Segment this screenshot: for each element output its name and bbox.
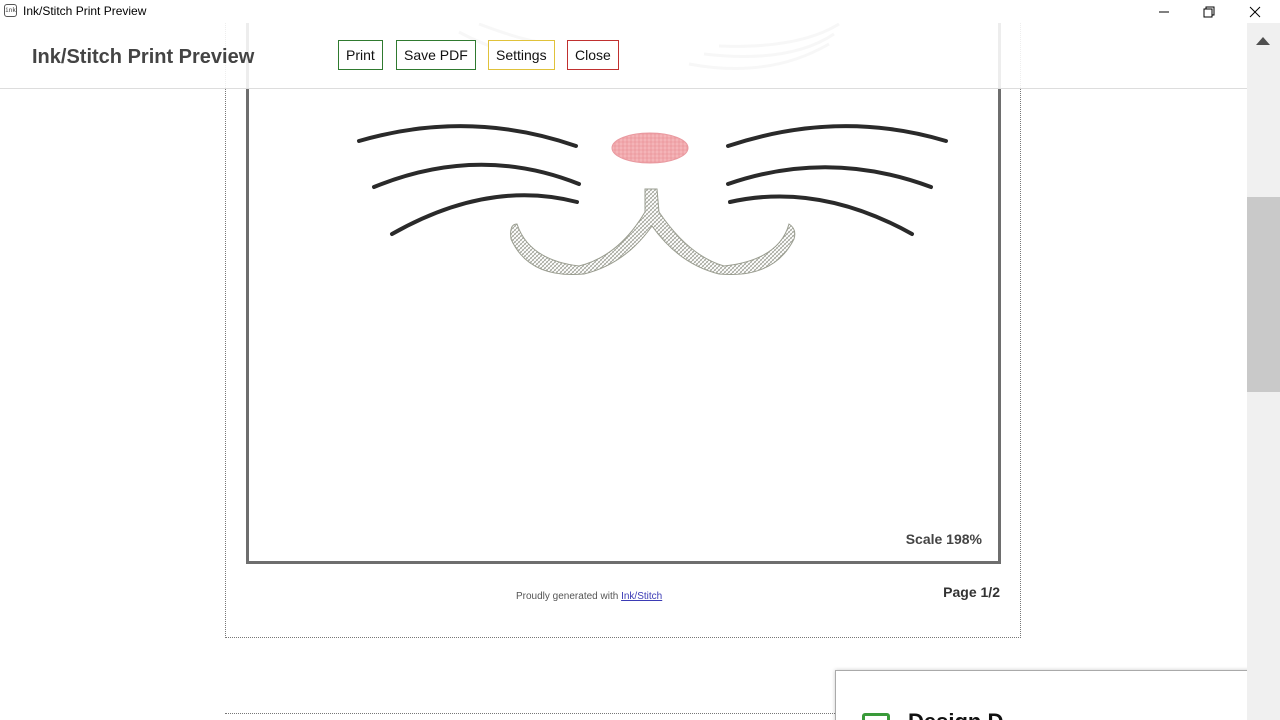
minimize-button[interactable] xyxy=(1141,0,1187,23)
save-pdf-button[interactable]: Save PDF xyxy=(396,40,476,70)
restore-button[interactable] xyxy=(1186,0,1232,23)
close-button[interactable]: Close xyxy=(567,40,619,70)
window-titlebar: ink Ink/Stitch Print Preview xyxy=(0,0,1280,23)
embroidery-design xyxy=(357,23,948,276)
page-title: Ink/Stitch Print Preview xyxy=(32,46,255,68)
print-button[interactable]: Print xyxy=(338,40,383,70)
settings-checkbox[interactable] xyxy=(862,713,890,720)
whiskers-left xyxy=(357,124,581,236)
scale-label: Scale 198% xyxy=(905,531,982,547)
settings-panel: Design D xyxy=(835,670,1247,720)
design-frame: Scale 198% xyxy=(246,23,1001,564)
nose xyxy=(611,132,689,164)
page-number: Page 1/2 xyxy=(943,584,1000,600)
close-window-button[interactable] xyxy=(1232,0,1278,23)
footer-prefix: Proudly generated with xyxy=(516,591,622,602)
minimize-icon xyxy=(1159,11,1169,12)
mouth xyxy=(510,188,796,276)
scroll-up-icon[interactable] xyxy=(1255,35,1271,47)
window-title: Ink/Stitch Print Preview xyxy=(23,4,147,18)
app-icon: ink xyxy=(4,4,17,17)
close-icon xyxy=(1249,6,1261,17)
print-page: Scale 198% Proudly generated with Ink/St… xyxy=(225,23,1021,638)
settings-heading: Design D xyxy=(908,709,1003,720)
toolbar-header: Ink/Stitch Print Preview Print Save PDF … xyxy=(0,23,1247,89)
scrollbar-thumb[interactable] xyxy=(1247,197,1280,392)
footer-credit: Proudly generated with Ink/Stitch xyxy=(516,591,662,602)
vertical-scrollbar[interactable] xyxy=(1247,23,1280,720)
settings-button[interactable]: Settings xyxy=(488,40,555,70)
restore-icon xyxy=(1203,6,1215,17)
inkstitch-link[interactable]: Ink/Stitch xyxy=(621,591,662,602)
preview-viewport: Scale 198% Proudly generated with Ink/St… xyxy=(0,23,1247,720)
whiskers-right xyxy=(726,124,948,236)
